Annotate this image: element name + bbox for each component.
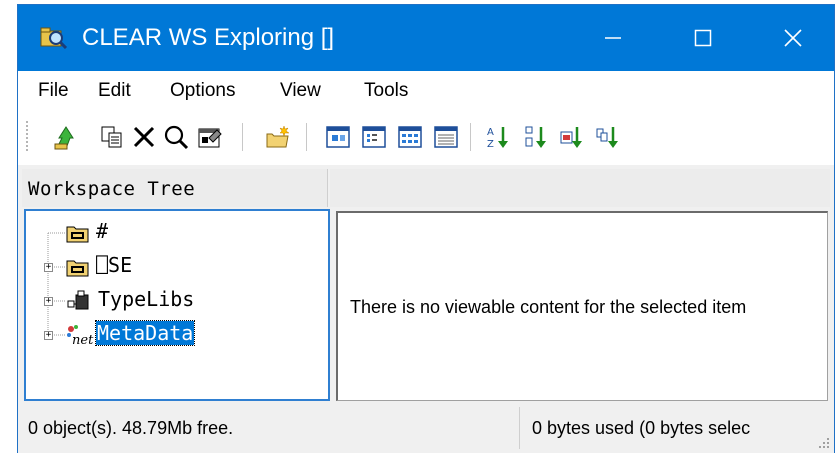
minimize-icon	[605, 37, 621, 39]
up-arrow-icon[interactable]	[52, 123, 80, 151]
tree-item[interactable]: ⎕SE	[66, 253, 316, 283]
toolbar-separator	[470, 123, 471, 151]
content-pane-header	[330, 169, 830, 207]
svg-text:A: A	[487, 127, 494, 138]
workspace-tree[interactable]: # + ⎕SE + TypeLibs + net MetaData	[24, 209, 330, 401]
workspace-tree-title: Workspace Tree	[28, 178, 196, 200]
tree-expander[interactable]: +	[44, 263, 53, 272]
status-bar: 0 object(s). 48.79Mb free. 0 bytes used …	[18, 403, 834, 453]
tree-item-label: TypeLibs	[98, 287, 195, 311]
namespace-folder-icon	[66, 226, 89, 243]
status-bytes-used-text: 0 bytes used (0 bytes selec	[532, 418, 751, 438]
status-panel-free-space: 0 object(s). 48.79Mb free.	[18, 407, 520, 449]
delete-icon[interactable]	[130, 123, 158, 151]
maximize-icon	[694, 29, 712, 47]
small-icons-view-icon[interactable]	[360, 123, 388, 151]
namespace-folder-icon	[66, 260, 89, 277]
sort-by-size-icon[interactable]	[558, 123, 586, 151]
menu-file[interactable]: File	[38, 80, 69, 102]
tree-expander[interactable]: +	[44, 297, 53, 306]
status-free-space-text: 0 object(s). 48.79Mb free.	[28, 418, 234, 438]
toolbar-separator	[242, 123, 243, 151]
sort-by-name-icon[interactable]: AZ	[484, 123, 512, 151]
copy-icon[interactable]	[98, 123, 126, 151]
content-pane[interactable]: There is no viewable content for the sel…	[336, 211, 828, 401]
minimize-button[interactable]	[573, 5, 653, 71]
typelib-icon	[67, 290, 89, 310]
tree-item[interactable]: #	[66, 219, 316, 249]
maximize-button[interactable]	[663, 5, 743, 71]
menu-edit[interactable]: Edit	[98, 80, 131, 102]
toolbar-grip[interactable]	[26, 121, 28, 153]
menu-bar: File Edit Options View Tools	[18, 71, 834, 109]
tree-item-label: #	[96, 219, 109, 243]
resize-grip-icon[interactable]	[816, 435, 830, 449]
svg-text:Z: Z	[487, 139, 494, 150]
sort-by-type-icon[interactable]	[522, 123, 550, 151]
tree-expander[interactable]: +	[44, 331, 53, 340]
toolbar-separator	[306, 123, 307, 151]
workspace-explorer-icon	[40, 27, 68, 50]
tree-item-selected[interactable]: net MetaData	[66, 320, 316, 351]
close-icon	[784, 29, 802, 47]
large-icons-view-icon[interactable]	[324, 123, 352, 151]
empty-content-message: There is no viewable content for the sel…	[350, 297, 747, 317]
menu-view[interactable]: View	[280, 80, 321, 102]
menu-tools[interactable]: Tools	[364, 80, 408, 102]
tree-item-label: ⎕SE	[96, 253, 133, 277]
find-icon[interactable]	[162, 123, 190, 151]
details-view-icon[interactable]	[432, 123, 460, 151]
dotnet-icon: net	[67, 325, 94, 346]
toolbar: AZ	[18, 109, 834, 165]
title-bar[interactable]: CLEAR WS Exploring []	[18, 5, 834, 71]
explorer-window: CLEAR WS Exploring [] File Edit Options …	[17, 4, 835, 453]
tree-item[interactable]: TypeLibs	[66, 287, 316, 317]
workspace-tree-header: Workspace Tree	[22, 169, 328, 207]
menu-options[interactable]: Options	[170, 80, 235, 102]
list-view-icon[interactable]	[396, 123, 424, 151]
tree-item-label: MetaData	[94, 320, 196, 346]
svg-text:net: net	[72, 333, 94, 346]
status-panel-bytes-used: 0 bytes used (0 bytes selec	[522, 407, 834, 449]
tree-lines	[47, 232, 66, 336]
sort-by-date-icon[interactable]	[594, 123, 622, 151]
close-button[interactable]	[753, 5, 833, 71]
properties-icon[interactable]	[196, 123, 224, 151]
window-title: CLEAR WS Exploring []	[82, 24, 335, 51]
new-folder-icon[interactable]	[264, 123, 292, 151]
